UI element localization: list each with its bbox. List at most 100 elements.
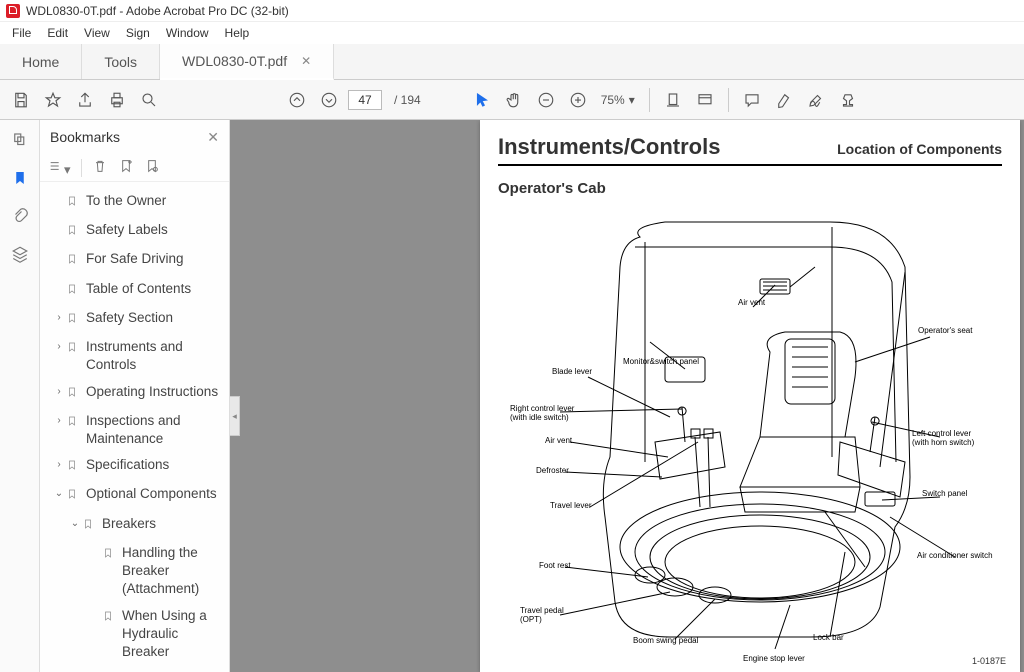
expand-arrow-icon[interactable]: ›	[52, 309, 66, 325]
bookmark-item[interactable]: › Inspections and Maintenance	[44, 408, 229, 452]
tab-document[interactable]: WDL0830-0T.pdf ✕	[160, 44, 334, 80]
bookmark-item[interactable]: Handling the Breaker (Attachment)	[44, 540, 229, 603]
sign-icon[interactable]	[803, 87, 829, 113]
expand-arrow-icon	[88, 544, 102, 546]
share-icon[interactable]	[72, 87, 98, 113]
bookmarks-toolbar: ▾	[40, 154, 229, 182]
bookmark-item[interactable]: To the Owner	[44, 188, 229, 217]
collapse-sidebar-handle[interactable]: ◂	[230, 396, 240, 436]
callout-foot-rest: Foot rest	[539, 562, 571, 571]
save-icon[interactable]	[8, 87, 34, 113]
page-up-icon[interactable]	[284, 87, 310, 113]
new-bookmark-icon[interactable]	[118, 158, 134, 177]
nav-rail	[0, 120, 40, 672]
bookmark-item[interactable]: Safety Labels	[44, 217, 229, 246]
callout-engine-stop: Engine stop lever	[743, 655, 805, 664]
print-icon[interactable]	[104, 87, 130, 113]
expand-arrow-icon[interactable]: ›	[52, 412, 66, 428]
highlight-icon[interactable]	[771, 87, 797, 113]
bookmark-label: When Using a Hydraulic Breaker	[122, 607, 225, 662]
tab-home[interactable]: Home	[0, 44, 82, 79]
thumbnails-rail-icon[interactable]	[10, 130, 30, 150]
bookmark-item[interactable]: ⌄Breakers	[44, 511, 229, 540]
fit-width-icon[interactable]	[660, 87, 686, 113]
expand-arrow-icon[interactable]: ›	[52, 338, 66, 354]
bookmark-icon	[66, 485, 80, 506]
expand-arrow-icon	[52, 280, 66, 282]
main-toolbar: 47 / 194 75%▾	[0, 80, 1024, 120]
menu-file[interactable]: File	[4, 26, 39, 40]
callout-lock-bar: Lock bar	[813, 634, 844, 643]
search-icon[interactable]	[136, 87, 162, 113]
expand-arrow-icon	[52, 250, 66, 252]
zoom-out-icon[interactable]	[533, 87, 559, 113]
tab-document-label: WDL0830-0T.pdf	[182, 53, 287, 69]
expand-arrow-icon[interactable]: ›	[52, 456, 66, 472]
bookmark-item[interactable]: › Instruments and Controls	[44, 334, 229, 378]
menu-window[interactable]: Window	[158, 26, 217, 40]
attachments-rail-icon[interactable]	[10, 206, 30, 226]
document-tabbar: Home Tools WDL0830-0T.pdf ✕	[0, 44, 1024, 80]
bookmark-options-icon[interactable]: ▾	[48, 158, 71, 178]
bookmark-item[interactable]: ›Safety Section	[44, 305, 229, 334]
comment-icon[interactable]	[739, 87, 765, 113]
menu-edit[interactable]: Edit	[39, 26, 76, 40]
star-icon[interactable]	[40, 87, 66, 113]
bookmark-item[interactable]: › Operating Instructions	[44, 379, 229, 408]
bookmark-label: Table of Contents	[86, 280, 225, 298]
bookmark-label: Inspections and Maintenance	[86, 412, 225, 448]
bookmark-label: Instruments and Controls	[86, 338, 225, 374]
hand-pan-icon[interactable]	[501, 87, 527, 113]
stamp-icon[interactable]	[835, 87, 861, 113]
callout-right-control-lever: Right control lever (with idle switch)	[510, 405, 574, 423]
expand-arrow-icon	[52, 192, 66, 194]
expand-arrow-icon[interactable]: ⌄	[68, 515, 82, 531]
bookmark-label: Operating Instructions	[86, 383, 225, 401]
document-viewport[interactable]: ◂ Instruments/Controls Location of Compo…	[230, 120, 1024, 672]
page-total-label: / 194	[388, 93, 427, 107]
selection-arrow-icon[interactable]	[469, 87, 495, 113]
zoom-value: 75%	[601, 93, 625, 107]
callout-blade-lever: Blade lever	[552, 368, 592, 377]
bookmark-item[interactable]: Table of Contents	[44, 276, 229, 305]
bookmark-icon	[102, 607, 116, 628]
tab-home-label: Home	[22, 54, 59, 70]
zoom-in-icon[interactable]	[565, 87, 591, 113]
close-icon[interactable]: ✕	[301, 54, 311, 68]
page-display-icon[interactable]	[692, 87, 718, 113]
menu-view[interactable]: View	[76, 26, 118, 40]
bookmark-label: To the Owner	[86, 192, 225, 210]
callout-operators-seat: Operator's seat	[918, 327, 972, 336]
bookmark-icon	[82, 515, 96, 536]
bookmarks-rail-icon[interactable]	[10, 168, 30, 188]
tab-tools[interactable]: Tools	[82, 44, 160, 79]
bookmark-icon	[66, 412, 80, 433]
bookmark-icon	[66, 383, 80, 404]
bookmark-icon	[66, 280, 80, 301]
page-down-icon[interactable]	[316, 87, 342, 113]
page-subheading: Location of Components	[837, 141, 1002, 157]
menu-help[interactable]: Help	[217, 26, 258, 40]
bookmark-item[interactable]: Operating the breaker	[44, 665, 229, 672]
close-panel-icon[interactable]: ✕	[207, 129, 219, 146]
page-number-input[interactable]: 47	[348, 90, 382, 110]
bookmark-item[interactable]: When Using a Hydraulic Breaker	[44, 603, 229, 666]
bookmark-label: Specifications	[86, 456, 225, 474]
delete-bookmark-icon[interactable]	[92, 158, 108, 177]
bookmark-label: For Safe Driving	[86, 250, 225, 268]
bookmark-label: Handling the Breaker (Attachment)	[122, 544, 225, 599]
bookmark-icon	[66, 456, 80, 477]
expand-arrow-icon	[88, 669, 102, 671]
callout-left-control-lever: Left control lever (with horn switch)	[912, 430, 974, 448]
expand-arrow-icon[interactable]: ⌄	[52, 485, 66, 501]
callout-travel-pedal: Travel pedal (OPT)	[520, 607, 564, 625]
zoom-select[interactable]: 75%▾	[597, 93, 639, 107]
bookmark-item[interactable]: › Specifications	[44, 452, 229, 481]
find-bookmark-icon[interactable]	[144, 158, 160, 177]
menu-sign[interactable]: Sign	[118, 26, 158, 40]
layers-rail-icon[interactable]	[10, 244, 30, 264]
window-title: WDL0830-0T.pdf - Adobe Acrobat Pro DC (3…	[26, 4, 289, 18]
bookmark-item[interactable]: For Safe Driving	[44, 246, 229, 275]
expand-arrow-icon[interactable]: ›	[52, 383, 66, 399]
bookmark-item[interactable]: ⌄Optional Components	[44, 481, 229, 510]
